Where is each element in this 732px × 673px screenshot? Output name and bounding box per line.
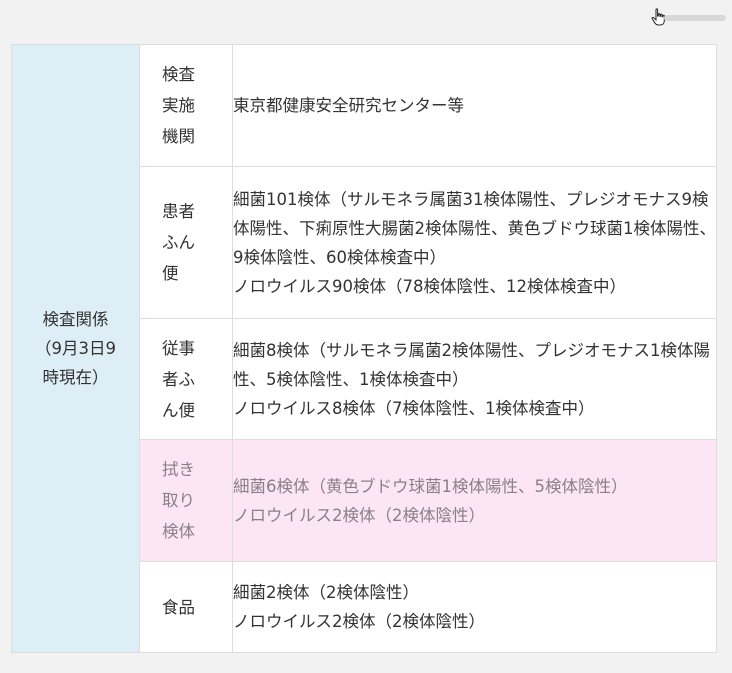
value-line: 細菌101検体（サルモネラ属菌31検体陽性、プレジオモナス9検体陽性、下痢原性大… xyxy=(233,189,716,267)
value-line: ノロウイルス2検体（2検体陰性） xyxy=(233,612,485,631)
row-value-cell: 細菌8検体（サルモネラ属菌2検体陽性、プレジオモナス1検体陽性、5検体陰性、1検… xyxy=(232,318,717,440)
value-line: 細菌8検体（サルモネラ属菌2検体陽性、プレジオモナス1検体陽性、5検体陰性、1検… xyxy=(233,340,710,389)
table-row: 検査関係（9月3日9時現在） 検査実施機関 東京都健康安全研究センター等 xyxy=(11,44,717,653)
row-value-cell: 東京都健康安全研究センター等 xyxy=(232,44,717,167)
group-label: 検査関係（9月3日9時現在） xyxy=(35,310,116,387)
row-label: 患者ふん便 xyxy=(162,202,195,283)
horizontal-scrollbar[interactable] xyxy=(664,15,726,21)
row-label-cell: 患者ふん便 xyxy=(139,166,233,319)
row-value-cell: 細菌2検体（2検体陰性） ノロウイルス2検体（2検体陰性） xyxy=(232,561,717,653)
value-line: 細菌2検体（2検体陰性） xyxy=(233,583,419,602)
row-label-cell: 検査実施機関 xyxy=(139,44,233,167)
row-label: 拭き取り検体 xyxy=(162,460,195,541)
row-value-cell: 細菌101検体（サルモネラ属菌31検体陽性、プレジオモナス9検体陽性、下痢原性大… xyxy=(232,166,717,319)
row-value-cell: 細菌6検体（黄色ブドウ球菌1検体陽性、5検体陰性） ノロウイルス2検体（2検体陰… xyxy=(232,439,717,562)
value-line: ノロウイルス90検体（78検体陰性、12検体検査中） xyxy=(233,276,626,296)
inspection-table: 検査関係（9月3日9時現在） 検査実施機関 東京都健康安全研究センター等 患者ふ… xyxy=(11,44,717,653)
value-line: ノロウイルス2検体（2検体陰性） xyxy=(233,505,485,525)
row-label-cell: 拭き取り検体 xyxy=(139,439,233,562)
row-label: 従事者ふん便 xyxy=(162,338,195,420)
value-line: ノロウイルス8検体（7検体陰性、1検体検査中） xyxy=(233,398,595,418)
value-line: 細菌6検体（黄色ブドウ球菌1検体陽性、5検体陰性） xyxy=(233,476,628,496)
row-label-cell: 食品 xyxy=(139,561,233,653)
row-label: 検査実施機関 xyxy=(162,65,195,146)
value-line: 東京都健康安全研究センター等 xyxy=(233,96,464,115)
row-label: 食品 xyxy=(162,597,195,617)
group-header-cell: 検査関係（9月3日9時現在） xyxy=(11,44,140,653)
top-bar xyxy=(0,0,732,36)
row-label-cell: 従事者ふん便 xyxy=(139,318,233,440)
